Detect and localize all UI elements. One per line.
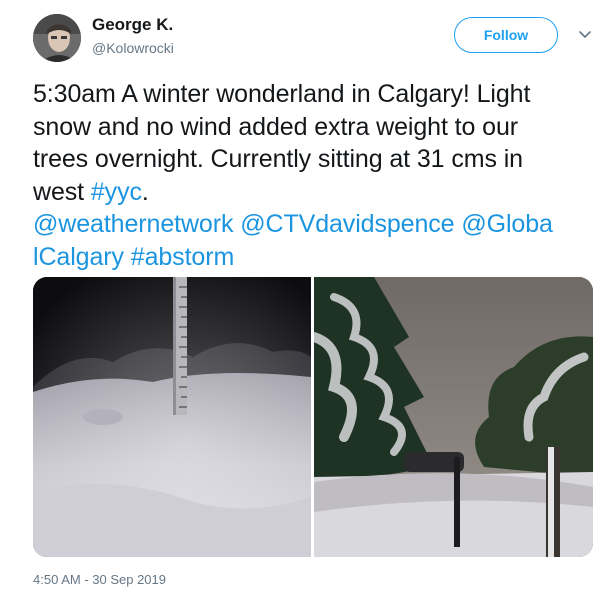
ruler xyxy=(173,277,187,415)
hashtag-yyc[interactable]: #yyc xyxy=(91,178,142,206)
tweet-line: snow and no wind added extra weight to o… xyxy=(33,112,519,141)
tweet-line: lCalgary #abstorm xyxy=(33,241,598,274)
snow-ruler-photo[interactable] xyxy=(33,277,311,557)
user-handle[interactable]: @Kolowrocki xyxy=(92,40,174,56)
snowy-trees-photo[interactable] xyxy=(314,277,593,557)
snowy-trees-image xyxy=(314,277,593,557)
tweet-line: trees overnight. Currently sitting at 31… xyxy=(33,145,523,173)
hashtag-abstorm[interactable]: #abstorm xyxy=(131,243,235,271)
media-grid xyxy=(33,277,593,557)
tweet-text-fragment: west xyxy=(33,177,91,206)
mention-weathernetwork[interactable]: @weathernetwork xyxy=(33,210,233,238)
avatar[interactable] xyxy=(33,14,81,62)
snow-ruler-image xyxy=(33,277,311,557)
tweet-line: 5:30am A winter wonderland in Calgary! L… xyxy=(33,80,531,108)
tweet-text: 5:30am A winter wonderland in Calgary! L… xyxy=(33,78,598,273)
tweet-text-fragment: . xyxy=(141,177,149,206)
mention-ctvdavidspence[interactable]: @CTVdavidspence xyxy=(240,210,454,238)
tweet-line: @weathernetwork @CTVdavidspence @Globa xyxy=(33,208,598,241)
tweet-timestamp[interactable]: 4:50 AM - 30 Sep 2019 xyxy=(33,572,166,587)
chevron-down-icon[interactable] xyxy=(577,28,593,42)
mention-globalcalgary-cont[interactable]: lCalgary xyxy=(33,243,124,271)
user-name[interactable]: George K. xyxy=(92,15,173,35)
follow-button[interactable]: Follow xyxy=(454,17,558,53)
mention-globalcalgary[interactable]: @Globa xyxy=(461,210,553,238)
avatar-photo xyxy=(33,14,81,62)
tweet-line: west #yyc. xyxy=(33,176,598,209)
